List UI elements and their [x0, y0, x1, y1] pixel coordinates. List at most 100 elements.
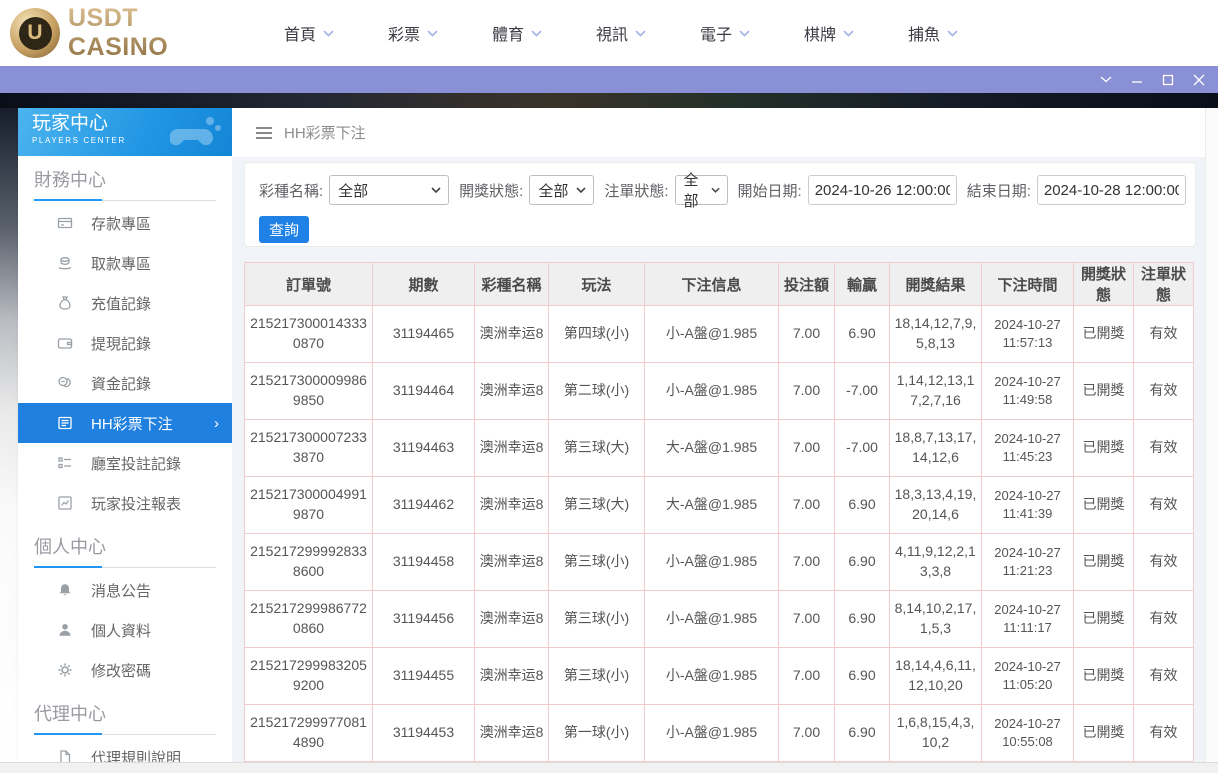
sidebar-item[interactable]: 資金記錄: [18, 363, 232, 403]
nav-menu-label: 彩票: [388, 21, 420, 45]
column-header: 開獎結果: [890, 263, 982, 306]
cell-win-loss: 6.90: [835, 648, 890, 705]
cell-draw-status: 已開獎: [1074, 705, 1134, 762]
cell-order-status: 有效: [1134, 477, 1194, 534]
order-status-label: 注單狀態:: [604, 180, 668, 201]
window-maximize-icon[interactable]: [1152, 66, 1183, 93]
cell-bet-info: 小-A盤@1.985: [645, 591, 779, 648]
nav-menu-item[interactable]: 捕魚: [881, 21, 985, 45]
cell-draw-result: 1,14,12,13,17,2,7,16: [890, 363, 982, 420]
cell-bet-amount: 7.00: [779, 363, 835, 420]
section-divider: [34, 199, 216, 201]
cell-play-type: 第三球(小): [549, 591, 645, 648]
cell-period: 31194465: [373, 306, 475, 363]
cell-play-type: 第三球(大): [549, 420, 645, 477]
column-header: 訂單號: [245, 263, 373, 306]
cell-draw-result: 1,6,8,15,4,3,10,2: [890, 705, 982, 762]
nav-menu-label: 體育: [492, 21, 524, 45]
main-content: HH彩票下注 彩種名稱: 全部 開獎狀態: 全部 注單狀態: 全部: [232, 108, 1218, 773]
nav-menu-item[interactable]: 彩票: [361, 21, 465, 45]
cell-period: 31194464: [373, 363, 475, 420]
sidebar-item-label: 資金記錄: [91, 373, 151, 394]
cell-play-type: 第三球(小): [549, 534, 645, 591]
table-row: 2152172999770814890 31194453 澳洲幸运8 第一球(小…: [245, 705, 1194, 762]
bell-icon: [56, 581, 74, 599]
lottery-name-select[interactable]: 全部: [329, 175, 449, 205]
sidebar: 玩家中心 PLAYERS CENTER 財務中心 存款專區: [18, 108, 232, 773]
cell-order-no: 2152172999928338600: [245, 534, 373, 591]
person-icon: [56, 621, 74, 639]
sidebar-item[interactable]: 消息公告: [18, 570, 232, 610]
report-chart-icon: [56, 494, 74, 512]
column-header: 投注額: [779, 263, 835, 306]
cell-win-loss: 6.90: [835, 705, 890, 762]
nav-menu-item[interactable]: 體育: [465, 21, 569, 45]
brand-name: USDT CASINO: [68, 4, 235, 62]
cell-play-type: 第三球(大): [549, 477, 645, 534]
section-title: 個人中心: [34, 537, 232, 558]
gear-icon: [56, 661, 74, 679]
start-date-input[interactable]: [808, 175, 957, 205]
cell-order-status: 有效: [1134, 306, 1194, 363]
cell-draw-result: 18,3,13,4,19,20,14,6: [890, 477, 982, 534]
cell-lottery-name: 澳洲幸运8: [475, 477, 549, 534]
cell-order-no: 2152173000049919870: [245, 477, 373, 534]
query-button[interactable]: 查詢: [259, 216, 309, 243]
cell-bet-info: 小-A盤@1.985: [645, 705, 779, 762]
nav-menu-item[interactable]: 棋牌: [777, 21, 881, 45]
cell-bet-time: 2024-10-27 11:57:13: [982, 306, 1074, 363]
cell-order-status: 有效: [1134, 363, 1194, 420]
main-menu: 首頁 彩票 體育: [257, 21, 985, 45]
page-title: HH彩票下注: [284, 122, 366, 143]
column-header: 輸贏: [835, 263, 890, 306]
horizontal-scrollbar[interactable]: [0, 762, 1218, 773]
nav-menu-label: 電子: [700, 21, 732, 45]
cell-bet-amount: 7.00: [779, 648, 835, 705]
draw-status-select[interactable]: 全部: [529, 175, 594, 205]
sidebar-item[interactable]: HH彩票下注 ›: [18, 403, 232, 443]
nav-menu-item[interactable]: 首頁: [257, 21, 361, 45]
sidebar-item[interactable]: 修改密碼: [18, 650, 232, 690]
sidebar-section-personal: 個人中心 消息公告 個人資料 修改密碼: [18, 537, 232, 690]
vertical-scrollbar[interactable]: [1205, 108, 1218, 762]
order-status-select[interactable]: 全部: [675, 175, 728, 205]
cell-draw-result: 4,11,9,12,2,13,3,8: [890, 534, 982, 591]
sidebar-item[interactable]: 提現記錄: [18, 323, 232, 363]
nav-menu-item[interactable]: 電子: [673, 21, 777, 45]
sidebar-item-label: 充值記錄: [91, 293, 151, 314]
cell-bet-info: 大-A盤@1.985: [645, 477, 779, 534]
brand-logo[interactable]: U USDT CASINO: [0, 4, 235, 62]
cell-draw-result: 18,14,12,7,9,5,8,13: [890, 306, 982, 363]
sidebar-item[interactable]: 個人資料: [18, 610, 232, 650]
page-left-margin: [0, 108, 18, 773]
cell-draw-result: 18,14,4,6,11,12,10,20: [890, 648, 982, 705]
sidebar-item[interactable]: 玩家投注報表: [18, 483, 232, 523]
end-date-input[interactable]: [1037, 175, 1186, 205]
cell-order-status: 有效: [1134, 648, 1194, 705]
start-date-label: 開始日期:: [738, 180, 802, 201]
draw-status-label: 開獎狀態:: [459, 180, 523, 201]
cell-play-type: 第一球(小): [549, 705, 645, 762]
cell-period: 31194462: [373, 477, 475, 534]
sidebar-item[interactable]: 廳室投註記錄: [18, 443, 232, 483]
window-close-icon[interactable]: [1183, 66, 1214, 93]
table-row: 2152173000099869850 31194464 澳洲幸运8 第二球(小…: [245, 363, 1194, 420]
nav-menu-item[interactable]: 視訊: [569, 21, 673, 45]
column-header: 下注信息: [645, 263, 779, 306]
cell-order-no: 2152172999867720860: [245, 591, 373, 648]
cell-order-no: 2152173000143330870: [245, 306, 373, 363]
sidebar-item-label: 個人資料: [91, 620, 151, 641]
section-title: 財務中心: [34, 170, 232, 191]
sidebar-item[interactable]: 取款專區: [18, 243, 232, 283]
sidebar-item[interactable]: 充值記錄: [18, 283, 232, 323]
window-chevron-icon[interactable]: [1090, 66, 1121, 93]
cell-win-loss: -7.00: [835, 420, 890, 477]
coin-logo-icon: U: [10, 8, 60, 58]
sidebar-item[interactable]: 存款專區: [18, 203, 232, 243]
window-minimize-icon[interactable]: [1121, 66, 1152, 93]
nav-menu-label: 首頁: [284, 21, 316, 45]
column-header: 期數: [373, 263, 475, 306]
cell-draw-status: 已開獎: [1074, 591, 1134, 648]
cell-draw-status: 已開獎: [1074, 534, 1134, 591]
hamburger-menu-icon[interactable]: [256, 127, 272, 139]
